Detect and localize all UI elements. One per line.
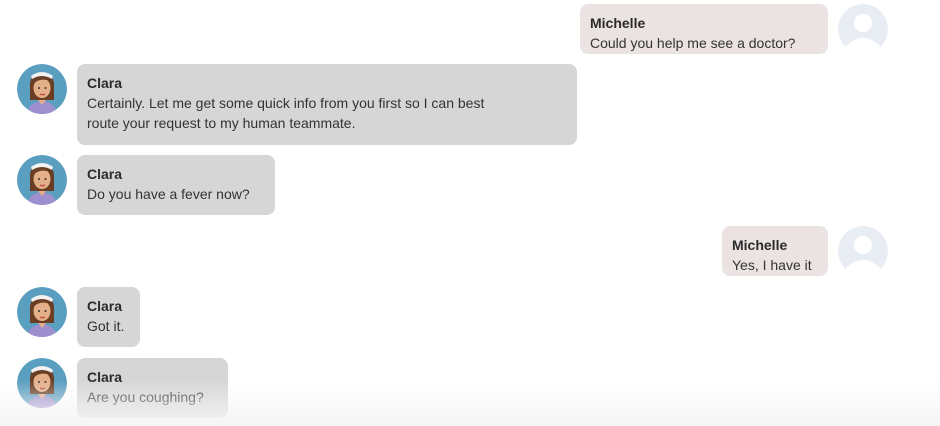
message-text-line-2: route your request to my human teammate. — [87, 115, 356, 131]
message-text-line-1: Certainly. Let me get some quick info fr… — [87, 95, 485, 111]
bot-message-bubble: Clara Do you have a fever now? — [77, 155, 275, 215]
message-text: Got it. — [87, 318, 125, 334]
nurse-avatar-icon — [17, 155, 67, 205]
nurse-avatar-icon — [17, 287, 67, 337]
user-avatar-icon — [838, 226, 888, 276]
user-avatar-icon — [838, 4, 888, 54]
message-text: Could you help me see a doctor? — [590, 35, 796, 51]
user-message-bubble: Michelle Yes, I have it — [722, 226, 828, 276]
message-sender: Michelle — [590, 15, 646, 31]
bot-message-bubble: Clara Got it. — [77, 287, 140, 347]
bot-message-bubble: Clara Certainly. Let me get some quick i… — [77, 64, 577, 145]
message-sender: Michelle — [732, 237, 788, 253]
message-sender: Clara — [87, 369, 123, 385]
nurse-avatar-icon — [17, 358, 67, 408]
nurse-avatar-icon — [17, 64, 67, 114]
message-sender: Clara — [87, 75, 123, 91]
message-sender: Clara — [87, 298, 123, 314]
message-sender: Clara — [87, 166, 123, 182]
chat-transcript: Michelle Could you help me see a doctor?… — [0, 0, 940, 426]
user-message-bubble: Michelle Could you help me see a doctor? — [580, 4, 828, 54]
message-text: Do you have a fever now? — [87, 186, 250, 202]
message-text: Yes, I have it — [732, 257, 812, 273]
bot-message-bubble: Clara Are you coughing? — [77, 358, 228, 418]
message-text: Are you coughing? — [87, 389, 204, 405]
